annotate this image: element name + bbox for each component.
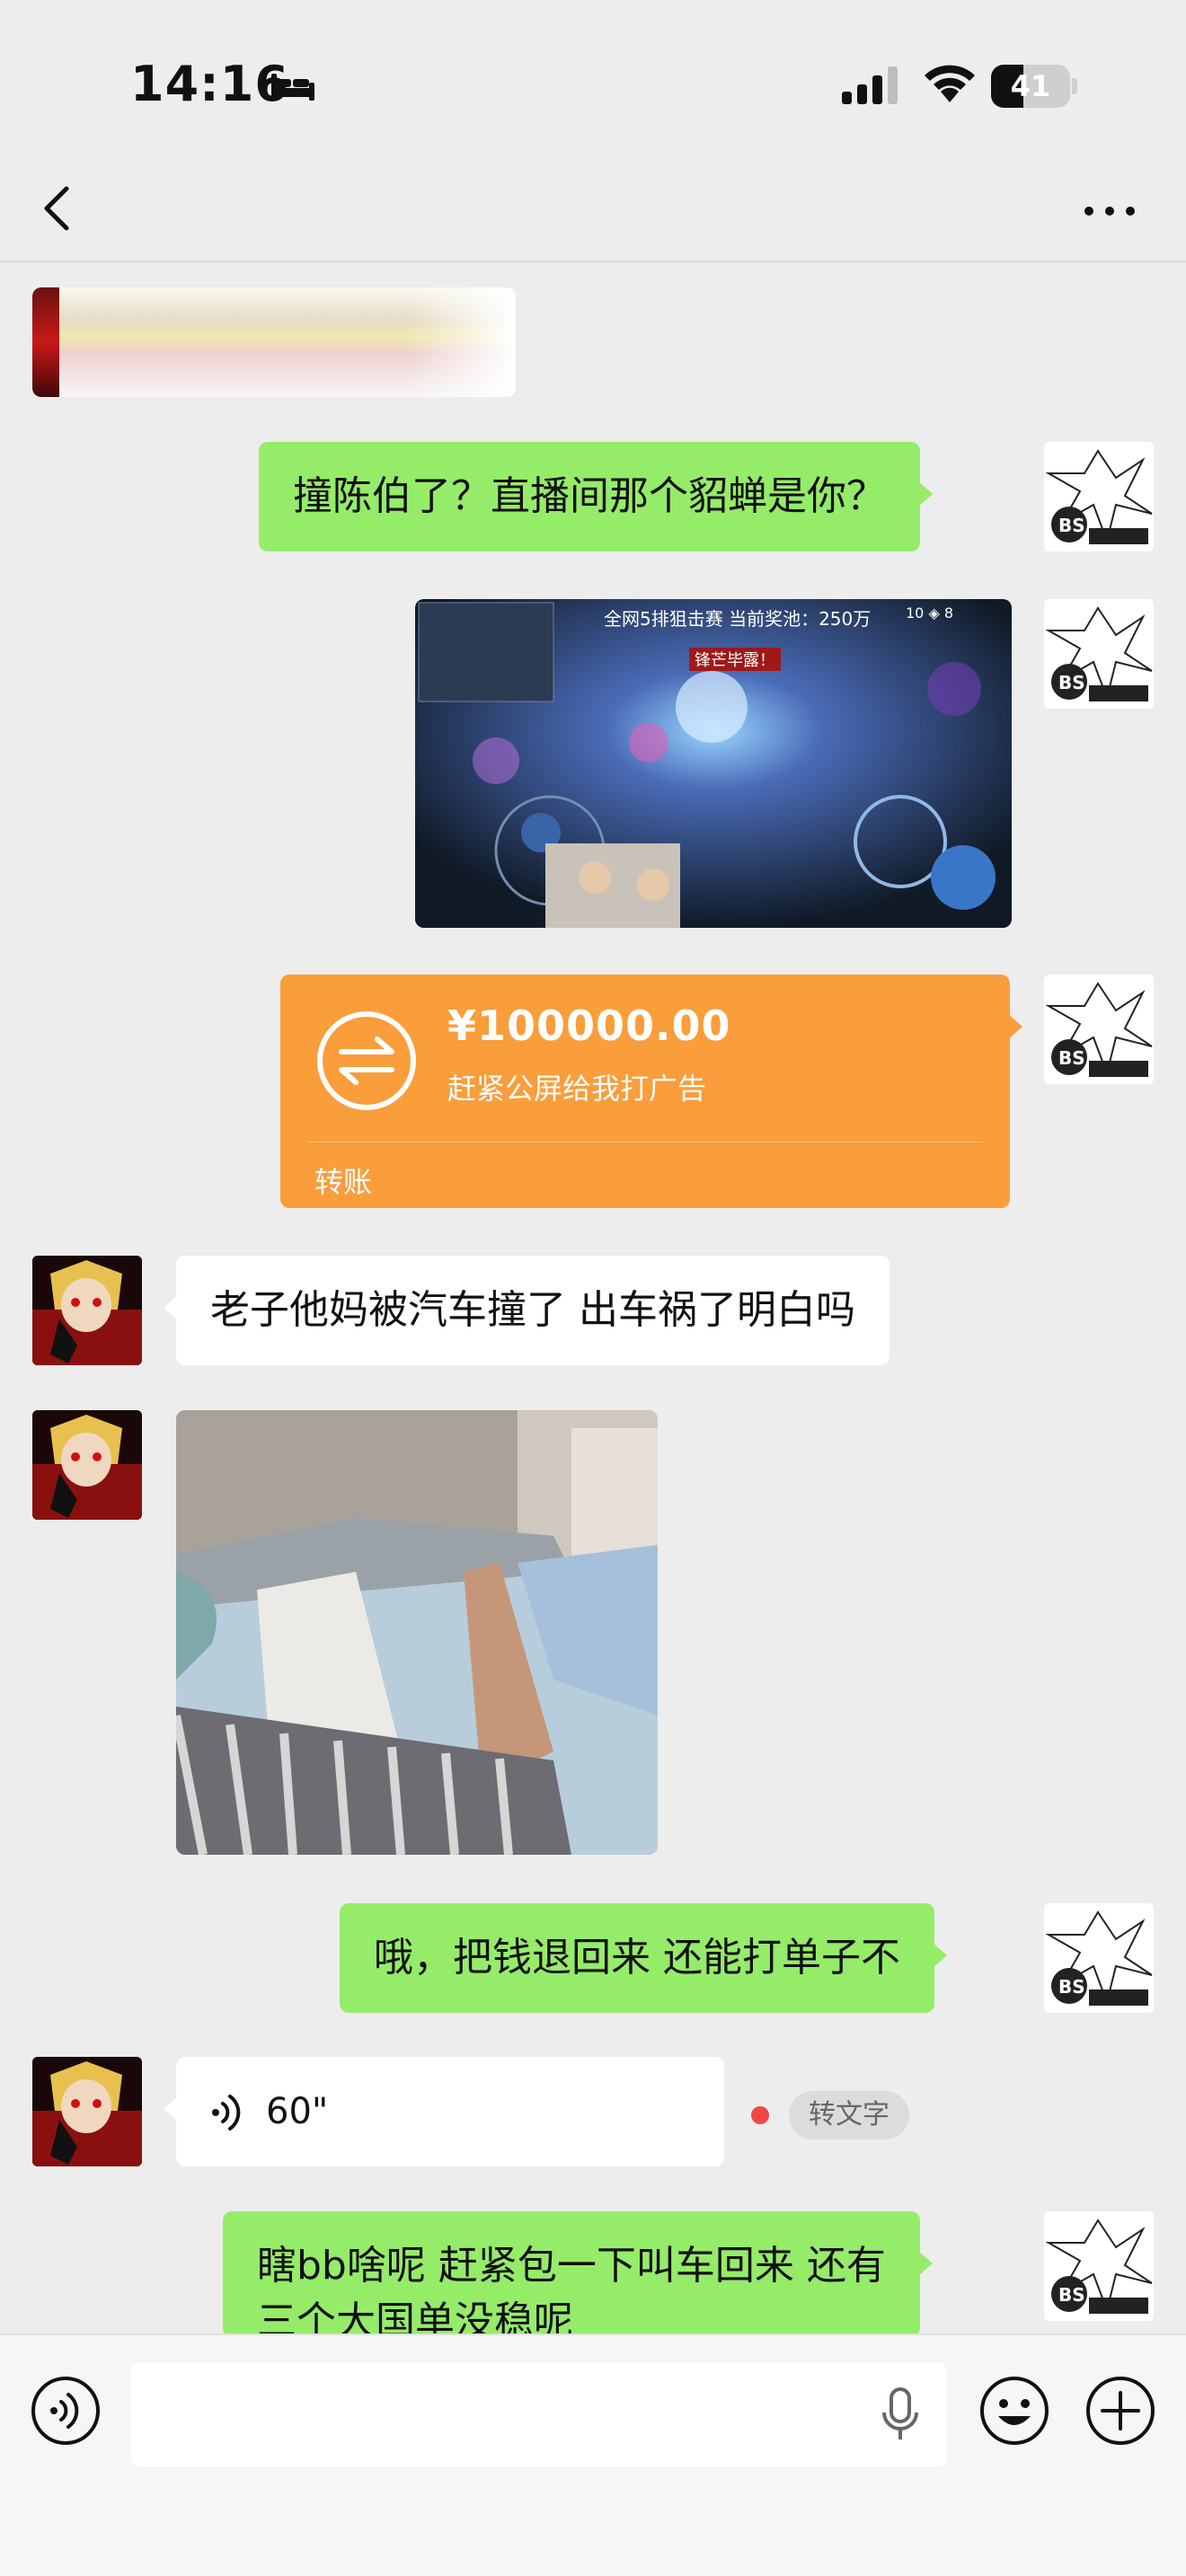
plus-circle-icon[interactable] [1084,2375,1156,2447]
message-text: 哦，把钱退回来 还能打单子不 [374,1935,900,1981]
transfer-exchange-icon [317,1011,416,1110]
contact-avatar[interactable] [32,1256,142,1365]
anime-avatar-icon: BS [1044,1903,1154,2013]
voice-message-bubble[interactable]: 60" [164,2057,724,2166]
message-text: 老子他妈被汽车撞了 出车祸了明白吗 [210,1287,855,1333]
sleep-focus-icon [271,74,314,101]
anime-avatar-icon: BS [1044,975,1154,1084]
message-text: 撞陈伯了？直播间那个貂蝉是你？ [293,473,886,519]
my-avatar[interactable]: BS [1044,975,1154,1084]
contact-avatar[interactable] [32,1410,142,1520]
blurred-message[interactable] [32,287,516,397]
my-message-bubble[interactable]: 瞎bb啥呢 赶紧包一下叫车回来 还有 三个大国单没稳呢 [223,2211,933,2344]
game-overlay-title: 全网5排狙击赛 当前奖池：250万 [604,608,872,630]
svg-text:BS: BS [1058,1047,1085,1069]
anime-character-avatar-icon [32,1410,142,1520]
status-time: 14:16 [130,56,289,112]
more-options-icon[interactable] [1078,198,1141,225]
game-overlay-score: 10 ◈ 8 [906,604,954,622]
wifi-icon [925,65,975,102]
message-input[interactable] [131,2362,947,2466]
cellular-signal-icon [842,66,898,104]
transfer-card[interactable]: ¥100000.00 赶紧公屏给我打广告 转账 [280,975,1022,1208]
convert-to-text-button[interactable]: 转文字 [789,2091,909,2139]
voice-duration: 60" [266,2091,329,2132]
my-avatar[interactable]: BS [1044,1903,1154,2013]
voice-mode-icon[interactable] [30,2375,102,2447]
status-bar: 14:16 41 [0,0,1186,162]
my-message-bubble[interactable]: 撞陈伯了？直播间那个貂蝉是你？ [259,442,933,551]
anime-character-avatar-icon [32,2057,142,2166]
svg-text:BS: BS [1058,2284,1085,2306]
unread-dot [751,2106,769,2124]
anime-avatar-icon: BS [1044,442,1154,551]
hospital-bed-photo[interactable] [176,1410,658,1855]
voice-waves-icon [212,2095,241,2130]
svg-text:BS: BS [1058,515,1085,536]
anime-avatar-icon: BS [1044,2211,1154,2321]
my-avatar[interactable]: BS [1044,2211,1154,2321]
anime-character-avatar-icon [32,1256,142,1365]
transfer-note: 赶紧公屏给我打广告 [447,1072,707,1106]
game-overlay-banner: 锋芒毕露！ [689,648,781,671]
game-screenshot-image[interactable]: 全网5排狙击赛 当前奖池：250万 10 ◈ 8 锋芒毕露！ [415,599,1012,928]
my-avatar[interactable]: BS [1044,442,1154,551]
my-avatar[interactable]: BS [1044,599,1154,709]
battery-level-text: 41 [1010,69,1051,103]
transfer-amount: ¥100000.00 [447,1001,731,1050]
emoji-icon[interactable] [978,2375,1050,2447]
svg-text:BS: BS [1058,1976,1085,1998]
my-message-bubble[interactable]: 哦，把钱退回来 还能打单子不 [340,1903,947,2013]
svg-text:BS: BS [1058,672,1085,693]
transfer-label: 转账 [314,1165,373,1199]
contact-avatar[interactable] [32,2057,142,2166]
back-chevron-icon[interactable] [32,181,86,235]
input-bar [0,2333,1186,2576]
microphone-icon[interactable] [881,2387,920,2443]
battery-indicator: 41 [991,65,1077,108]
chat-header [0,162,1186,262]
anime-avatar-icon: BS [1044,599,1154,709]
message-text-line-1: 瞎bb啥呢 赶紧包一下叫车回来 还有 [257,2243,886,2289]
contact-message-bubble[interactable]: 老子他妈被汽车撞了 出车祸了明白吗 [164,1256,890,1365]
